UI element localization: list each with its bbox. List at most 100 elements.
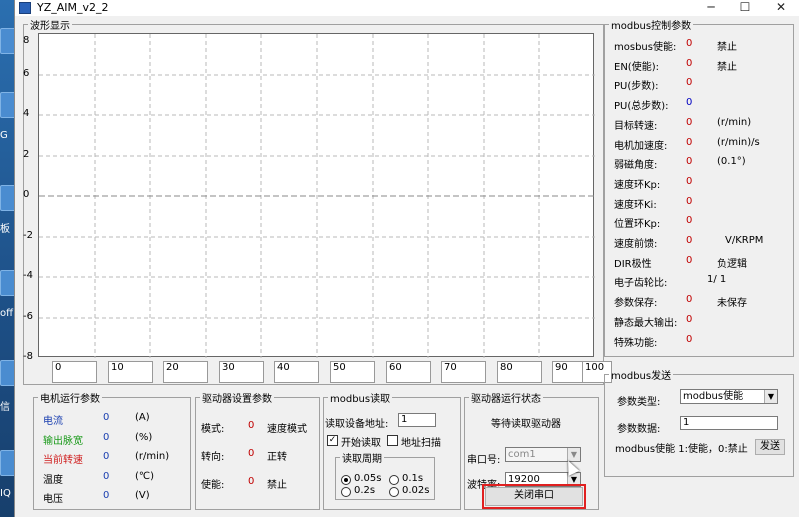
motor-param-value: 0 bbox=[103, 490, 110, 501]
motor-param-unit: (V) bbox=[135, 490, 150, 501]
motor-param-label: 当前转速 bbox=[43, 455, 83, 466]
modbus-param-value: 0 bbox=[686, 254, 693, 266]
addr-scan-label: 地址扫描 bbox=[401, 438, 441, 449]
period-label: 0.05s bbox=[354, 473, 382, 484]
modbus-param-unit: V/KRPM bbox=[725, 235, 764, 246]
modbus-param-label: 速度前馈: bbox=[614, 239, 658, 250]
modbus-param-label: PU(总步数): bbox=[614, 101, 669, 113]
start-read-checkbox[interactable]: ✓ bbox=[327, 435, 338, 446]
modbus-param-value: 0 bbox=[686, 77, 693, 89]
modbus-param-value: 1/ 1 bbox=[707, 274, 727, 286]
modbus-param-label: 速度环Ki: bbox=[614, 199, 657, 211]
waveform-grid bbox=[39, 34, 595, 358]
modbus-param-value: 0 bbox=[686, 195, 693, 207]
read-addr-input[interactable]: 1 bbox=[398, 413, 436, 427]
modbus-param-label: 特殊功能: bbox=[614, 337, 658, 349]
modbus-param-label: 电子齿轮比: bbox=[614, 278, 668, 290]
x-tick-label: 50 bbox=[330, 361, 375, 383]
modbus-param-label: 电机加速度: bbox=[614, 140, 668, 152]
period-radio-0.05s[interactable] bbox=[341, 475, 351, 485]
x-tick-label: 20 bbox=[163, 361, 208, 383]
driver-setting-unit: 禁止 bbox=[267, 480, 287, 491]
y-tick-label: 8 bbox=[23, 35, 30, 46]
app-icon bbox=[19, 2, 31, 14]
modbus-param-unit: 禁止 bbox=[717, 42, 737, 53]
param-hint: modbus使能 1:使能，0:禁止 bbox=[615, 444, 748, 455]
driver-status-title: 驱动器运行状态 bbox=[471, 394, 541, 405]
x-tick-label: 10 bbox=[108, 361, 153, 383]
modbus-param-value: 0 bbox=[686, 215, 693, 227]
send-button[interactable]: 发送 bbox=[755, 439, 785, 455]
motor-param-label: 电流 bbox=[43, 416, 63, 427]
motor-param-label: 输出脉宽 bbox=[43, 435, 83, 447]
modbus-param-unit: (r/min)/s bbox=[717, 136, 760, 148]
param-type-select[interactable]: modbus使能 ▼ bbox=[680, 389, 778, 404]
motor-param-value: 0 bbox=[103, 451, 110, 462]
desktop-label: 板 bbox=[0, 224, 10, 235]
modbus-param-label: 位置环Kp: bbox=[614, 219, 661, 231]
chevron-down-icon[interactable]: ▼ bbox=[764, 390, 777, 403]
modbus-param-value: 0 bbox=[686, 156, 693, 168]
driver-setting-label: 模式: bbox=[201, 424, 225, 435]
maximize-button[interactable]: ☐ bbox=[729, 0, 761, 16]
modbus-param-label: 目标转速: bbox=[614, 120, 658, 132]
modbus-param-unit: 未保存 bbox=[717, 298, 747, 310]
modbus-param-label: 静态最大输出: bbox=[614, 317, 678, 329]
driver-setting-value: 0 bbox=[248, 448, 255, 459]
param-type-label: 参数类型: bbox=[617, 397, 661, 408]
close-button[interactable]: ✕ bbox=[765, 0, 797, 16]
port-label: 串口号: bbox=[467, 455, 501, 466]
driver-setting-label: 使能: bbox=[201, 480, 225, 491]
desktop-label: G bbox=[0, 130, 8, 141]
modbus-param-label: EN(使能): bbox=[614, 61, 659, 73]
modbus-param-value: 0 bbox=[686, 294, 693, 306]
read-period-title: 读取周期 bbox=[342, 454, 382, 465]
modbus-param-label: PU(步数): bbox=[614, 81, 659, 93]
modbus-param-label: 参数保存: bbox=[614, 298, 658, 310]
modbus-params-title: modbus控制参数 bbox=[611, 21, 692, 32]
x-tick-label: 60 bbox=[386, 361, 431, 383]
driver-status-text: 等待读取驱动器 bbox=[491, 419, 561, 430]
modbus-param-value: 0 bbox=[686, 235, 693, 246]
modbus-send-title: modbus发送 bbox=[611, 371, 672, 382]
waveform-title: 波形显示 bbox=[30, 21, 70, 32]
param-data-input[interactable]: 1 bbox=[680, 416, 778, 430]
minimize-button[interactable]: ─ bbox=[695, 0, 727, 16]
driver-setting-value: 0 bbox=[248, 420, 255, 431]
app-window: YZ_AIM_v2_2 ─ ☐ ✕ 波形显示 8 6 4 2 0 -2 -4 -6 -8 0 10… bbox=[14, 0, 799, 517]
start-read-label: 开始读取 bbox=[341, 438, 381, 449]
param-type-value: modbus使能 bbox=[683, 391, 744, 402]
driver-settings-title: 驱动器设置参数 bbox=[202, 394, 272, 405]
y-tick-label: 4 bbox=[23, 108, 30, 119]
y-tick-label: -4 bbox=[23, 270, 33, 281]
modbus-param-value: 0 bbox=[686, 136, 693, 148]
modbus-param-value: 0 bbox=[686, 333, 693, 345]
y-tick-label: 6 bbox=[23, 68, 30, 79]
y-tick-label: 0 bbox=[23, 189, 30, 200]
period-radio-0.02s[interactable] bbox=[389, 487, 399, 497]
title-bar[interactable]: YZ_AIM_v2_2 ─ ☐ ✕ bbox=[15, 0, 799, 16]
x-tick-label: 40 bbox=[274, 361, 319, 383]
modbus-param-label: 弱磁角度: bbox=[614, 160, 658, 172]
driver-setting-unit: 正转 bbox=[267, 452, 287, 463]
period-radio-0.2s[interactable] bbox=[341, 487, 351, 497]
period-label: 0.02s bbox=[402, 485, 430, 496]
motor-param-unit: (r/min) bbox=[135, 451, 170, 462]
modbus-param-value: 0 bbox=[686, 97, 693, 109]
modbus-param-unit: (r/min) bbox=[717, 116, 752, 128]
close-port-button[interactable]: 关闭串口 bbox=[482, 484, 586, 509]
read-addr-label: 读取设备地址: bbox=[325, 419, 389, 430]
port-value: com1 bbox=[508, 449, 536, 460]
modbus-param-unit: (0.1°) bbox=[717, 156, 746, 168]
modbus-param-value: 0 bbox=[686, 313, 693, 325]
x-tick-label: 70 bbox=[441, 361, 486, 383]
desktop-label: IQ bbox=[0, 488, 11, 499]
motor-param-unit: (%) bbox=[135, 431, 153, 443]
period-radio-0.1s[interactable] bbox=[389, 475, 399, 485]
modbus-param-label: mosbus使能: bbox=[614, 42, 677, 53]
period-label: 0.2s bbox=[354, 485, 376, 496]
modbus-param-value: 0 bbox=[686, 57, 693, 69]
modbus-param-unit: 负逻辑 bbox=[717, 258, 747, 270]
driver-setting-unit: 速度模式 bbox=[267, 424, 307, 435]
addr-scan-checkbox[interactable] bbox=[387, 435, 398, 446]
